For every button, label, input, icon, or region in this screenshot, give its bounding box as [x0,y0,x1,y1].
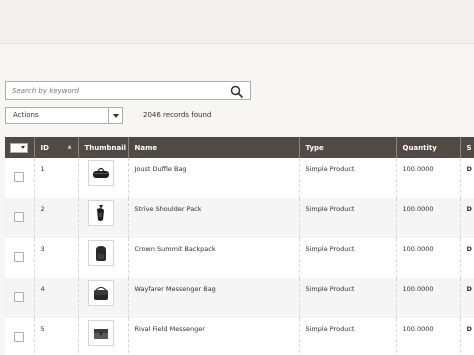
sort-arrow-icon: ▲ [67,144,72,150]
table-row[interactable]: 3 Crown Summit Backpack Simple Product 1… [5,238,474,278]
cell-thumbnail [78,198,129,238]
cell-status: D [460,198,474,238]
column-header-thumbnail: Thumbnail [78,137,129,158]
cell-id: 5 [34,318,79,355]
product-table: ID ▲ Thumbnail Name Type Quantity S 1 Jo… [5,137,474,355]
cell-status: D [460,318,474,355]
row-select-cell [5,158,35,198]
cell-quantity: 100.0000 [396,318,461,355]
row-select-cell [5,278,35,318]
search-input[interactable] [6,82,222,99]
row-checkbox[interactable] [14,252,25,262]
cell-thumbnail [78,238,129,278]
actions-label: Actions [13,111,39,119]
cell-type: Simple Product [299,318,397,355]
duffle-bag-icon[interactable] [87,160,114,186]
column-header-status[interactable]: S [460,137,474,158]
cell-type: Simple Product [299,198,397,238]
actions-dropdown[interactable]: Actions [5,107,123,124]
search-icon[interactable] [230,84,244,99]
cell-id: 3 [34,238,79,278]
table-row[interactable]: 4 Wayfarer Messenger Bag Simple Product … [5,278,474,318]
row-checkbox[interactable] [14,212,25,222]
row-checkbox[interactable] [14,332,25,342]
row-select-cell [5,238,35,278]
cell-thumbnail [78,318,129,355]
cell-quantity: 100.0000 [396,278,461,318]
row-select-cell [5,198,35,238]
field-messenger-icon[interactable] [87,320,114,346]
cell-quantity: 100.0000 [396,198,461,238]
cell-type: Simple Product [299,158,397,198]
cell-id: 4 [34,278,79,318]
cell-id: 1 [34,158,79,198]
table-header-row: ID ▲ Thumbnail Name Type Quantity S [5,137,474,158]
cell-name: Rival Field Messenger [128,318,300,355]
cell-id: 2 [34,198,79,238]
column-header-type[interactable]: Type [299,137,397,158]
cell-thumbnail [78,278,129,318]
column-header-id-label: ID [40,143,49,152]
cell-type: Simple Product [299,278,397,318]
column-header-name[interactable]: Name [128,137,300,158]
cell-type: Simple Product [299,238,397,278]
product-grid: ID ▲ Thumbnail Name Type Quantity S 1 Jo… [5,137,474,355]
cell-quantity: 100.0000 [396,158,461,198]
keyword-search-box [5,81,251,100]
page-header-band [0,0,474,44]
mass-select-checkbox[interactable] [10,142,29,153]
cell-name: Wayfarer Messenger Bag [128,278,300,318]
records-count: 2046 records found [143,111,212,119]
cell-name: Joust Duffle Bag [128,158,300,198]
cell-status: D [460,158,474,198]
row-checkbox[interactable] [14,292,25,302]
column-header-id[interactable]: ID ▲ [34,137,79,158]
backpack-icon[interactable] [87,240,114,266]
cell-quantity: 100.0000 [396,238,461,278]
chevron-down-icon[interactable] [108,108,122,123]
mass-select-header [5,137,35,158]
cell-status: D [460,278,474,318]
messenger-bag-icon[interactable] [87,280,114,306]
row-select-cell [5,318,35,355]
table-row[interactable]: 1 Joust Duffle Bag Simple Product 100.00… [5,158,474,198]
cell-name: Strive Shoulder Pack [128,198,300,238]
cell-status: D [460,238,474,278]
cell-name: Crown Summit Backpack [128,238,300,278]
table-row[interactable]: 5 Rival Field Messenger Simple Product 1… [5,318,474,355]
shoulder-pack-icon[interactable] [87,200,114,226]
table-row[interactable]: 2 Strive Shoulder Pack Simple Product 10… [5,198,474,238]
cell-thumbnail [78,158,129,198]
row-checkbox[interactable] [14,172,25,182]
column-header-quantity[interactable]: Quantity [396,137,461,158]
